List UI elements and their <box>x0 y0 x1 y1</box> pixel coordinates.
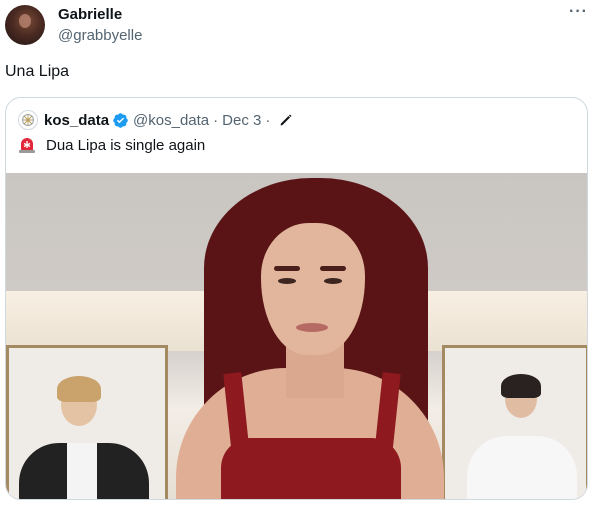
quoted-author-handle[interactable]: @kos_data <box>133 112 209 129</box>
subject-eye-left <box>278 278 296 284</box>
quoted-tweet-text: Dua Lipa is single again <box>46 136 206 154</box>
quoted-author-name[interactable]: kos_data <box>44 112 109 129</box>
background-poster-left <box>6 345 168 499</box>
quoted-tweet-card[interactable]: kos_data @kos_data · Dec 3 · Dua Lipa is… <box>5 97 588 500</box>
subject-eye-right <box>324 278 342 284</box>
subject-brow-right <box>320 266 346 271</box>
tweet-text: Una Lipa <box>5 63 70 80</box>
kos-data-logo-icon <box>22 114 34 126</box>
subject-brow-left <box>274 266 300 271</box>
background-poster-right <box>442 345 587 499</box>
more-horizontal-icon[interactable]: ··· <box>569 3 588 21</box>
rotating-light-icon <box>19 138 35 153</box>
subject-lips <box>296 323 328 332</box>
author-name[interactable]: Gabrielle <box>58 6 122 23</box>
quoted-tweet-date[interactable]: Dec 3 <box>222 112 261 129</box>
author-avatar[interactable] <box>5 5 45 45</box>
quoted-tweet-text-row: Dua Lipa is single again <box>18 136 205 154</box>
quoted-author-avatar[interactable] <box>18 110 38 130</box>
verified-badge-icon <box>113 112 128 128</box>
separator-dot: · <box>265 111 271 129</box>
quoted-tweet-header: kos_data @kos_data · Dec 3 · <box>18 110 294 130</box>
separator-dot: · <box>213 111 219 129</box>
author-handle[interactable]: @grabbyelle <box>58 27 142 44</box>
subject-face <box>261 223 365 355</box>
quoted-tweet-photo[interactable] <box>6 173 587 499</box>
edited-pencil-icon[interactable] <box>278 112 294 128</box>
subject-red-dress <box>221 438 401 499</box>
